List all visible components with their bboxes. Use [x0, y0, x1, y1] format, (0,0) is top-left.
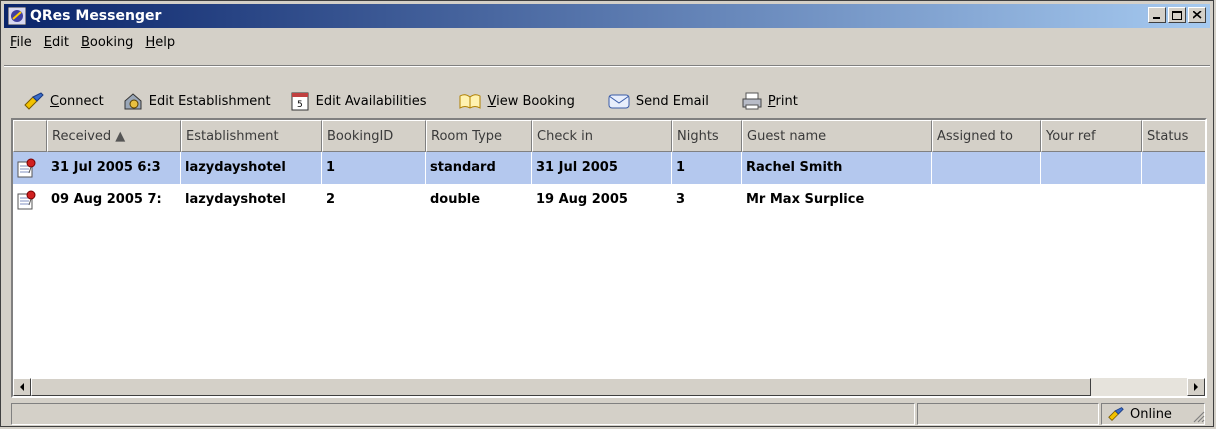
scroll-right-button[interactable]: [1187, 378, 1205, 396]
bookings-list[interactable]: Received ▲ Establishment BookingID Room …: [11, 118, 1207, 398]
edit-availabilities-button[interactable]: 5 Edit Availabilities: [289, 90, 426, 112]
minimize-button[interactable]: [1148, 7, 1166, 23]
envelope-icon: [608, 94, 630, 109]
scroll-left-button[interactable]: [13, 378, 31, 396]
maximize-icon: [1172, 10, 1182, 20]
connect-button[interactable]: Connect: [23, 91, 104, 111]
resize-grip-icon[interactable]: [1191, 409, 1205, 423]
status-panel-main: [11, 403, 915, 425]
row-icon-cell: [13, 152, 47, 184]
cell-received: 09 Aug 2005 7:: [51, 192, 162, 207]
maximize-button[interactable]: [1168, 7, 1186, 23]
menu-file[interactable]: File: [4, 35, 38, 50]
connect-icon: [1108, 407, 1124, 421]
view-booking-button[interactable]: View Booking: [458, 92, 575, 110]
open-book-icon: [459, 94, 481, 109]
print-button[interactable]: Print: [741, 91, 798, 111]
table-row[interactable]: 09 Aug 2005 7: lazydayshotel 2 double 19…: [13, 184, 1205, 216]
column-header-guest-name[interactable]: Guest name: [742, 120, 932, 152]
list-rows: 31 Jul 2005 6:3 lazydayshotel 1 standard…: [13, 152, 1205, 216]
title-bar[interactable]: QRes Messenger: [4, 4, 1210, 28]
establishment-icon: [124, 93, 142, 110]
cell-your-ref: [1041, 184, 1142, 216]
column-header-bookingid[interactable]: BookingID: [322, 120, 426, 152]
menu-separator: [4, 65, 1210, 67]
cell-guest-name: Mr Max Surplice: [746, 192, 865, 207]
cell-bookingid: 1: [322, 152, 426, 184]
cell-room-type: standard: [426, 152, 532, 184]
list-header: Received ▲ Establishment BookingID Room …: [13, 120, 1205, 152]
connection-status: Online: [1101, 403, 1205, 425]
connection-status-label: Online: [1130, 406, 1172, 422]
column-header-assigned-to[interactable]: Assigned to: [932, 120, 1041, 152]
minimize-icon: [1153, 17, 1160, 19]
qres-app-icon: [8, 7, 26, 25]
column-header-nights[interactable]: Nights: [672, 120, 742, 152]
menu-edit[interactable]: Edit: [38, 35, 75, 50]
cell-nights: 3: [676, 192, 686, 207]
menu-help[interactable]: Help: [139, 35, 181, 50]
row-icon-cell: [13, 184, 47, 216]
cell-assigned-to: [932, 184, 1041, 216]
sort-ascending-icon: ▲: [115, 128, 126, 144]
close-icon: [1192, 11, 1202, 19]
booking-message-icon: [17, 190, 36, 209]
horizontal-scrollbar[interactable]: [13, 378, 1205, 396]
cell-guest-name: Rachel Smith: [742, 152, 932, 184]
arrow-right-icon: [1194, 383, 1198, 391]
send-email-button[interactable]: Send Email: [607, 92, 709, 110]
arrow-left-icon: [20, 383, 24, 391]
menu-booking[interactable]: Booking: [75, 35, 139, 50]
cell-assigned-to: [932, 152, 1041, 184]
cell-check-in: 31 Jul 2005: [532, 152, 672, 184]
cell-room-type: double: [430, 192, 481, 207]
column-header-establishment[interactable]: Establishment: [181, 120, 322, 152]
column-header-check-in[interactable]: Check in: [532, 120, 672, 152]
cell-nights: 1: [672, 152, 742, 184]
column-header-room-type[interactable]: Room Type: [426, 120, 532, 152]
status-bar: Online: [11, 403, 1207, 425]
menu-bar: File Edit Booking Help: [4, 31, 181, 53]
window-title: QRes Messenger: [30, 8, 162, 24]
svg-text:5: 5: [297, 100, 303, 110]
close-button[interactable]: [1188, 7, 1206, 23]
app-window: QRes Messenger File Edit Booking Help Co…: [0, 0, 1214, 427]
column-header-your-ref[interactable]: Your ref: [1041, 120, 1142, 152]
edit-establishment-button[interactable]: Edit Establishment: [122, 91, 271, 111]
cell-status: [1142, 152, 1205, 184]
cell-establishment: lazydayshotel: [185, 192, 286, 207]
status-panel-secondary: [917, 403, 1099, 425]
printer-icon: [742, 92, 762, 110]
column-header-icon[interactable]: [13, 120, 47, 152]
column-header-status[interactable]: Status: [1142, 120, 1205, 152]
cell-status: [1142, 184, 1205, 216]
toolbar: Connect Edit Establishment 5 Edit Availa…: [23, 87, 816, 115]
connect-icon: [24, 92, 44, 110]
cell-bookingid: 2: [326, 192, 336, 207]
scrollbar-thumb[interactable]: [31, 378, 1091, 396]
calendar-icon: 5: [291, 92, 309, 111]
booking-message-icon: [17, 158, 36, 177]
cell-establishment: lazydayshotel: [181, 152, 322, 184]
cell-your-ref: [1041, 152, 1142, 184]
column-header-received[interactable]: Received ▲: [47, 120, 181, 152]
cell-check-in: 19 Aug 2005: [536, 192, 628, 207]
cell-received: 31 Jul 2005 6:3: [47, 152, 181, 184]
table-row[interactable]: 31 Jul 2005 6:3 lazydayshotel 1 standard…: [13, 152, 1205, 184]
